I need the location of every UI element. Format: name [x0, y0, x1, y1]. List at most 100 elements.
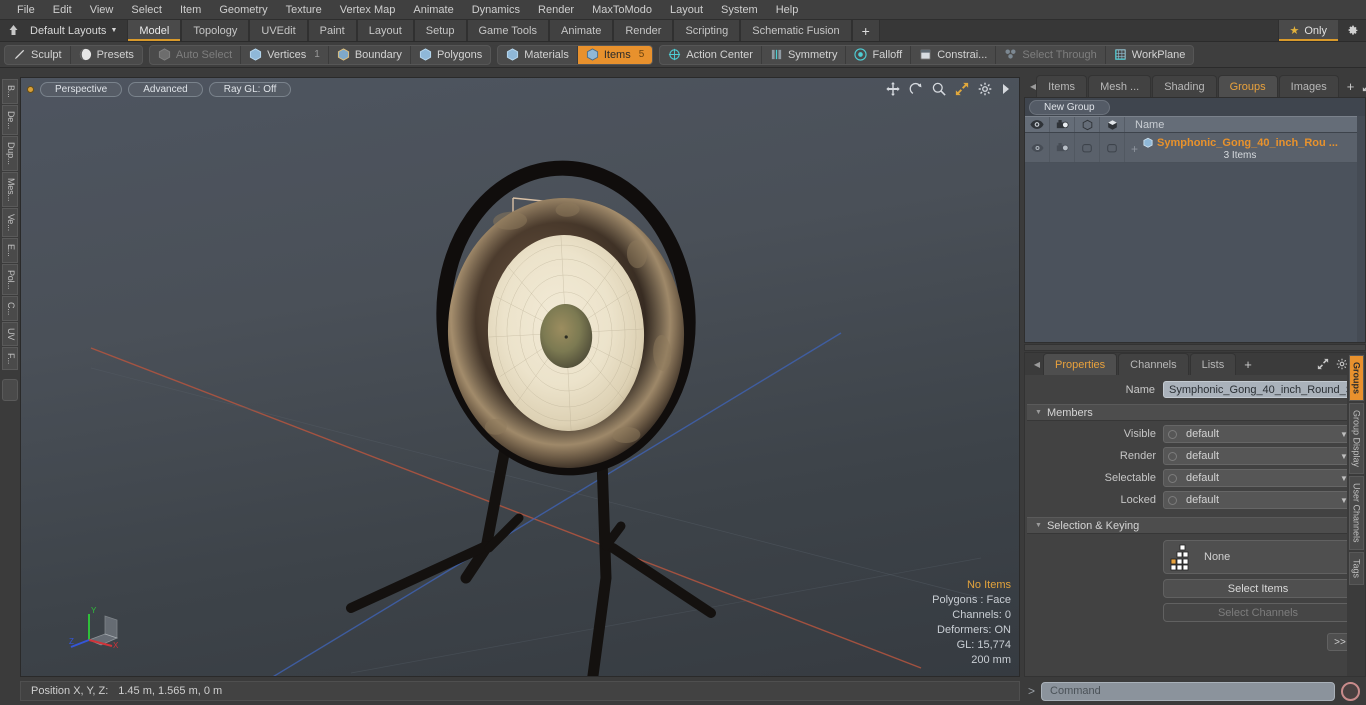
- members-section-header[interactable]: ▼ Members: [1027, 404, 1363, 421]
- left-tab-basic[interactable]: B...: [2, 79, 18, 104]
- side-tab-group-display[interactable]: Group Display: [1348, 403, 1364, 475]
- properties-tab-lists[interactable]: Lists: [1189, 353, 1237, 375]
- fit-icon[interactable]: [955, 82, 969, 96]
- column-visibility-header[interactable]: [1025, 117, 1050, 132]
- tab-setup[interactable]: Setup: [413, 20, 467, 41]
- record-button[interactable]: [1341, 681, 1360, 701]
- only-toggle-button[interactable]: ★ Only: [1277, 20, 1338, 41]
- layout-selector[interactable]: Default Layouts ▼: [26, 20, 127, 41]
- menu-item-render[interactable]: Render: [529, 2, 583, 18]
- menu-item-maxtomodo[interactable]: MaxToModo: [583, 2, 661, 18]
- gear-icon[interactable]: [978, 82, 992, 96]
- viewport-shading-selector[interactable]: Advanced: [128, 82, 203, 97]
- play-icon[interactable]: [1001, 83, 1011, 95]
- row-render-toggle[interactable]: [1050, 133, 1075, 162]
- name-input[interactable]: [1163, 381, 1353, 398]
- panel-tab-groups[interactable]: Groups: [1217, 75, 1278, 97]
- expand-icon[interactable]: [1317, 358, 1329, 370]
- table-row[interactable]: + Symphonic_Gong_40_inch_Rou ... 3 Items: [1025, 133, 1365, 163]
- menu-item-vertex-map[interactable]: Vertex Map: [331, 2, 405, 18]
- column-render-header[interactable]: [1050, 117, 1075, 132]
- constraint-button[interactable]: Constrai...: [911, 45, 997, 64]
- menu-item-help[interactable]: Help: [767, 2, 808, 18]
- home-icon[interactable]: [0, 20, 26, 41]
- column-solid-header[interactable]: [1100, 117, 1125, 132]
- tab-animate[interactable]: Animate: [549, 20, 614, 41]
- panel-tab-items[interactable]: Items: [1036, 75, 1088, 97]
- tab-uvedit[interactable]: UVEdit: [249, 20, 308, 41]
- left-tab-fur[interactable]: F...: [2, 347, 18, 371]
- locked-dropdown[interactable]: default ▼: [1163, 491, 1353, 509]
- sculpt-button[interactable]: Sculpt: [5, 45, 71, 64]
- row-visibility-toggle[interactable]: [1025, 133, 1050, 162]
- properties-collapse-icon[interactable]: ◀: [1031, 353, 1043, 375]
- properties-add-tab-button[interactable]: +: [1237, 353, 1259, 375]
- settings-gear-button[interactable]: [1338, 20, 1366, 41]
- left-tab-edge[interactable]: E...: [2, 237, 18, 263]
- left-tab-duplicate[interactable]: Dup...: [2, 135, 18, 171]
- properties-tab-channels[interactable]: Channels: [1118, 353, 1189, 375]
- group-list-scrollbar[interactable]: [1357, 116, 1365, 342]
- selectable-state-knob[interactable]: [1164, 473, 1180, 483]
- select-items-button[interactable]: Select Items: [1163, 579, 1353, 598]
- render-dropdown[interactable]: default ▼: [1163, 447, 1353, 465]
- menu-item-animate[interactable]: Animate: [404, 2, 462, 18]
- side-tab-groups[interactable]: Groups: [1348, 355, 1364, 402]
- materials-button[interactable]: Materials: [498, 45, 578, 64]
- selection-keying-section-header[interactable]: ▼ Selection & Keying: [1027, 517, 1363, 534]
- tab-paint[interactable]: Paint: [307, 20, 357, 41]
- select-through-button[interactable]: Select Through: [996, 45, 1106, 64]
- left-tab-uv[interactable]: UV: [2, 322, 18, 347]
- tab-game-tools[interactable]: Game Tools: [466, 20, 549, 41]
- viewport-projection-selector[interactable]: Perspective: [40, 82, 123, 97]
- row-name-cell[interactable]: + Symphonic_Gong_40_inch_Rou ... 3 Items: [1125, 135, 1365, 161]
- menu-item-texture[interactable]: Texture: [277, 2, 331, 18]
- left-strip-extra-button[interactable]: [2, 379, 18, 402]
- selection-tree-widget[interactable]: None: [1163, 540, 1353, 574]
- falloff-button[interactable]: Falloff: [846, 45, 912, 64]
- tab-scripting[interactable]: Scripting: [673, 20, 741, 41]
- menu-item-edit[interactable]: Edit: [44, 2, 81, 18]
- row-solid-toggle[interactable]: [1100, 133, 1125, 162]
- zoom-icon[interactable]: [932, 82, 946, 96]
- move-icon[interactable]: [886, 82, 900, 96]
- command-input[interactable]: [1041, 681, 1335, 701]
- menu-item-item[interactable]: Item: [171, 2, 210, 18]
- left-tab-vertex[interactable]: Ve...: [2, 207, 18, 237]
- left-tab-polygon[interactable]: Pol...: [2, 263, 18, 295]
- tab-topology[interactable]: Topology: [181, 20, 250, 41]
- boundary-button[interactable]: Boundary: [329, 45, 411, 64]
- 3d-viewport[interactable]: Perspective Advanced Ray GL: Off No Item…: [20, 77, 1020, 677]
- presets-button[interactable]: Presets: [71, 46, 142, 64]
- visible-dropdown[interactable]: default ▼: [1163, 425, 1353, 443]
- tab-schematic-fusion[interactable]: Schematic Fusion: [740, 20, 852, 41]
- action-center-button[interactable]: Action Center: [660, 45, 762, 64]
- polygons-button[interactable]: Polygons: [411, 46, 490, 64]
- locked-state-knob[interactable]: [1164, 495, 1180, 505]
- viewport-raygl-selector[interactable]: Ray GL: Off: [208, 82, 292, 97]
- panel-tab-mesh[interactable]: Mesh ...: [1088, 75, 1152, 97]
- menu-item-geometry[interactable]: Geometry: [210, 2, 276, 18]
- expand-icon[interactable]: [1362, 80, 1366, 92]
- tab-model[interactable]: Model: [127, 20, 182, 41]
- left-tab-curve[interactable]: C...: [2, 295, 18, 322]
- panel-tab-shading[interactable]: Shading: [1152, 75, 1217, 97]
- menu-item-select[interactable]: Select: [122, 2, 171, 18]
- selectable-dropdown[interactable]: default ▼: [1163, 469, 1353, 487]
- side-tab-tags[interactable]: Tags: [1348, 551, 1364, 585]
- workplane-button[interactable]: WorkPlane: [1106, 46, 1194, 64]
- add-tab-button[interactable]: +: [851, 20, 880, 41]
- row-outline-toggle[interactable]: [1075, 133, 1100, 162]
- left-tab-deform[interactable]: De...: [2, 104, 18, 135]
- symmetry-button[interactable]: Symmetry: [762, 45, 847, 64]
- rotate-icon[interactable]: [909, 82, 923, 96]
- menu-item-view[interactable]: View: [81, 2, 123, 18]
- tab-render[interactable]: Render: [613, 20, 674, 41]
- vertices-button[interactable]: Vertices 1: [241, 45, 329, 64]
- panel-add-tab-button[interactable]: +: [1340, 75, 1362, 97]
- render-state-knob[interactable]: [1164, 451, 1180, 461]
- properties-tab-properties[interactable]: Properties: [1043, 353, 1118, 375]
- new-group-button[interactable]: New Group: [1029, 99, 1110, 115]
- menu-item-dynamics[interactable]: Dynamics: [463, 2, 529, 18]
- menu-item-layout[interactable]: Layout: [661, 2, 712, 18]
